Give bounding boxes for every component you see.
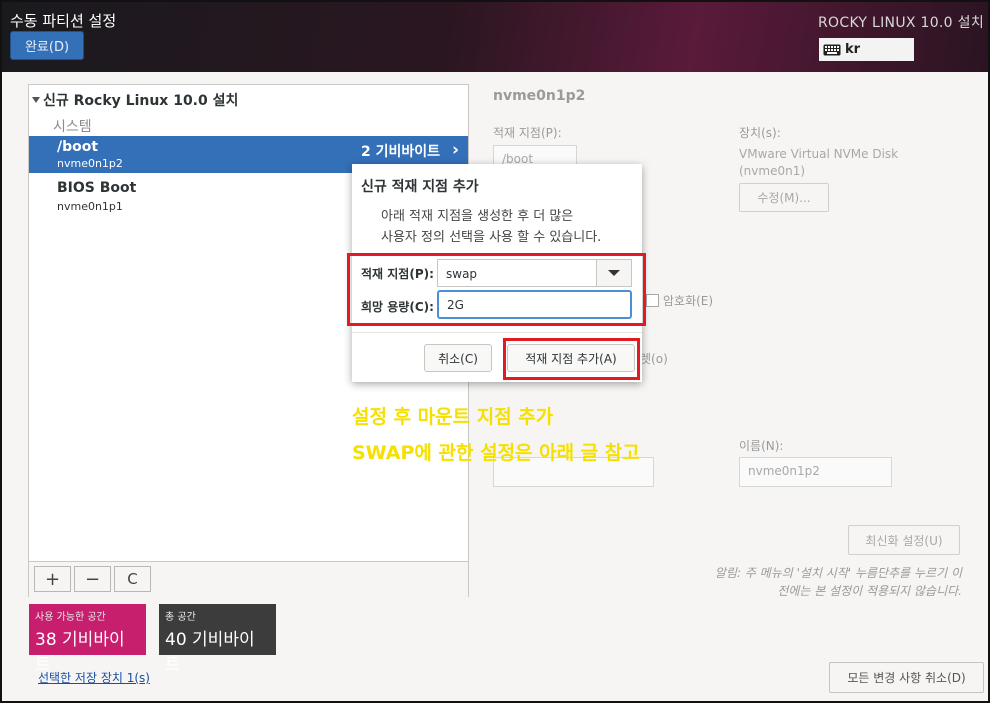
partition-mount: BIOS Boot bbox=[57, 180, 137, 196]
name-value: nvme0n1p2 bbox=[748, 464, 820, 478]
settings-note: 알림: 주 메뉴의 '설치 시작' 누름단추를 누르기 이 전에는 본 설정이 … bbox=[715, 564, 962, 600]
name-field[interactable]: nvme0n1p2 bbox=[739, 457, 892, 487]
device-value-line2: (nvme0n1) bbox=[739, 164, 806, 178]
installation-title: 신규 Rocky Linux 10.0 설치 bbox=[43, 93, 239, 109]
refresh-icon: C bbox=[127, 570, 138, 588]
partition-device: nvme0n1p1 bbox=[57, 200, 123, 213]
settings-note-line2: 전에는 본 설정이 적용되지 않습니다. bbox=[777, 584, 962, 598]
settings-note-line1: 알림: 주 메뉴의 '설치 시작' 누름단추를 누르기 이 bbox=[714, 566, 962, 580]
annotation-line-2: SWAP에 관한 설정은 아래 글 참고 bbox=[352, 442, 640, 464]
desired-capacity-input[interactable]: 2G bbox=[437, 290, 632, 319]
selected-devices-link[interactable]: 선택한 저장 장치 1(s) bbox=[38, 669, 150, 686]
installation-tree-header[interactable]: 신규 Rocky Linux 10.0 설치 bbox=[32, 90, 238, 110]
available-space-box: 사용 가능한 공간 38 기비바이트 bbox=[29, 604, 146, 675]
dialog-description-line2: 사용자 정의 선택을 사용 할 수 있습니다. bbox=[381, 230, 602, 245]
device-value-line1: VMware Virtual NVMe Disk bbox=[739, 147, 899, 161]
desired-capacity-value: 2G bbox=[447, 298, 464, 312]
total-space-value: 40 기비바이트 bbox=[165, 630, 255, 675]
chevron-right-icon: › bbox=[451, 140, 459, 160]
available-space-label: 사용 가능한 공간 bbox=[35, 612, 106, 623]
device-label: 장치(s): bbox=[739, 126, 781, 140]
total-space-box: 총 공간 40 기비바이트 bbox=[159, 604, 276, 675]
add-mount-point-button[interactable]: 적재 지점 추가(A) bbox=[507, 344, 635, 372]
add-partition-button[interactable]: + bbox=[34, 566, 71, 592]
hidden-label-fragment: 렛(o) bbox=[640, 352, 668, 366]
caret-down-icon bbox=[608, 270, 620, 276]
keyboard-layout-indicator[interactable]: kr bbox=[819, 38, 914, 61]
plus-icon: + bbox=[44, 568, 61, 590]
done-button[interactable]: 완료(D) bbox=[10, 31, 84, 60]
encrypt-checkbox[interactable]: 암호화(E) bbox=[646, 292, 713, 309]
dialog-capacity-label: 희망 용량(C): bbox=[361, 300, 434, 314]
modify-button[interactable]: 수정(M)... bbox=[739, 183, 829, 212]
dialog-separator bbox=[352, 332, 642, 333]
partition-size: 2 기비바이트 bbox=[360, 144, 440, 160]
checkbox-icon bbox=[646, 294, 659, 307]
detail-title: nvme0n1p2 bbox=[493, 88, 586, 104]
installer-window: 수동 파티션 설정 완료(D) ROCKY LINUX 10.0 설치 kr 신… bbox=[0, 0, 990, 703]
name-label: 이름(N): bbox=[739, 439, 784, 453]
mount-point-label: 적재 지점(P): bbox=[493, 126, 562, 140]
dialog-mount-point-label: 적재 지점(P): bbox=[361, 267, 434, 281]
keyboard-layout-label: kr bbox=[845, 42, 861, 57]
available-space-value: 38 기비바이트 bbox=[35, 630, 125, 675]
total-space-label: 총 공간 bbox=[165, 612, 196, 623]
dropdown-toggle[interactable] bbox=[596, 260, 631, 286]
minus-icon: − bbox=[84, 568, 101, 590]
add-mount-point-dialog: 신규 적재 지점 추가 아래 적재 지점을 생성한 후 더 많은 사용자 정의 … bbox=[352, 164, 642, 382]
dialog-title: 신규 적재 지점 추가 bbox=[361, 179, 479, 195]
update-settings-button[interactable]: 최신화 설정(U) bbox=[848, 525, 960, 555]
partition-mount: /boot bbox=[57, 139, 99, 155]
cancel-button[interactable]: 취소(C) bbox=[424, 344, 492, 372]
reset-all-button[interactable]: 모든 변경 사항 취소(D) bbox=[829, 662, 984, 693]
install-title: ROCKY LINUX 10.0 설치 bbox=[818, 15, 984, 31]
dialog-description: 아래 적재 지점을 생성한 후 더 많은 사용자 정의 선택을 사용 할 수 있… bbox=[381, 206, 601, 248]
system-section-label: 시스템 bbox=[53, 119, 92, 135]
keyboard-icon bbox=[823, 44, 841, 55]
mount-point-combo[interactable]: swap bbox=[437, 259, 632, 287]
dialog-description-line1: 아래 적재 지점을 생성한 후 더 많은 bbox=[381, 209, 574, 224]
page-title: 수동 파티션 설정 bbox=[10, 12, 117, 30]
mount-point-combo-value: swap bbox=[446, 267, 478, 281]
device-value: VMware Virtual NVMe Disk (nvme0n1) bbox=[739, 146, 898, 180]
partition-device: nvme0n1p2 bbox=[57, 157, 123, 170]
encrypt-label: 암호화(E) bbox=[663, 294, 714, 308]
refresh-button[interactable]: C bbox=[114, 566, 151, 592]
remove-partition-button[interactable]: − bbox=[74, 566, 111, 592]
partition-toolbar: + − C bbox=[29, 561, 468, 597]
annotation-line-1: 설정 후 마운트 지점 추가 bbox=[352, 406, 554, 428]
header-bar: 수동 파티션 설정 완료(D) ROCKY LINUX 10.0 설치 kr bbox=[2, 2, 988, 72]
expand-triangle-icon bbox=[32, 97, 40, 103]
